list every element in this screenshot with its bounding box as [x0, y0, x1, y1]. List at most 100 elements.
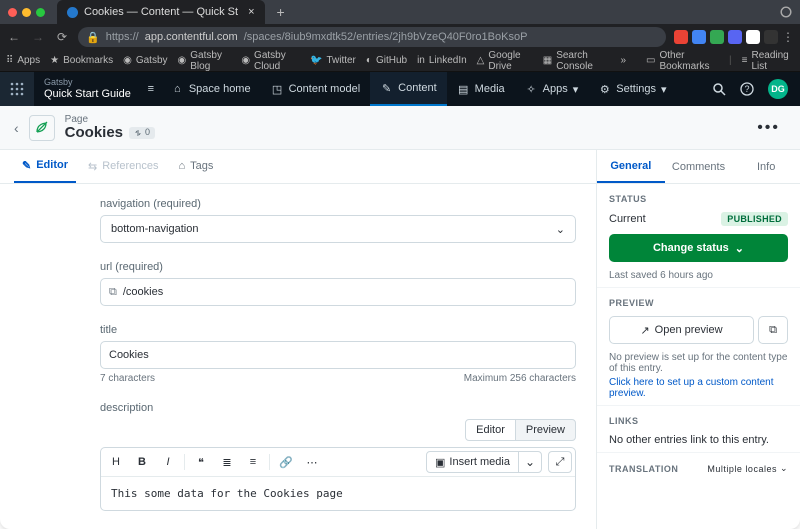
lock-icon: 🔒 — [86, 31, 100, 44]
bookmark-item[interactable]: ◉ Gatsby Blog — [178, 50, 232, 72]
home-icon: ⌂ — [171, 83, 184, 96]
nav-space-home[interactable]: ⌂Space home — [161, 72, 261, 106]
insert-media-button[interactable]: ▣Insert media ⌄ — [426, 451, 542, 473]
help-icon[interactable]: ? — [740, 82, 754, 96]
tab-references[interactable]: ⇆References — [80, 150, 166, 183]
entry-title: Cookies — [65, 125, 123, 142]
bookmark-item[interactable]: ◉ Gatsby — [123, 55, 167, 66]
title-input[interactable]: Cookies — [100, 341, 576, 369]
bookmarks-bar[interactable]: ⠿ Apps ★ Bookmarks ◉ Gatsby ◉ Gatsby Blo… — [0, 50, 800, 72]
space-switcher[interactable]: Gatsby Quick Start Guide — [34, 78, 141, 100]
last-saved: Last saved 6 hours ago — [609, 270, 788, 281]
browser-tab[interactable]: Cookies — Content — Quick St × — [57, 0, 265, 24]
bookmark-item[interactable]: 🐦 Twitter — [310, 55, 356, 66]
change-status-button[interactable]: Change status⌄ — [609, 234, 788, 262]
sidebar-tab-info[interactable]: Info — [732, 150, 800, 183]
close-tab-icon[interactable]: × — [248, 6, 254, 18]
status-heading: STATUS — [609, 194, 788, 204]
rte-ul-button[interactable]: ≣ — [215, 451, 239, 473]
bookmark-item[interactable]: ★ Bookmarks — [50, 55, 113, 66]
copy-preview-button[interactable]: ⧉ — [758, 316, 788, 344]
rte-heading-button[interactable]: H — [104, 451, 128, 473]
browser-tab-title: Cookies — Content — Quick St — [84, 6, 238, 18]
rte-link-button[interactable]: 🔗 — [274, 451, 298, 473]
nav-settings[interactable]: ⚙Settings ▾ — [588, 72, 676, 106]
chevron-down-icon: ⌄ — [780, 463, 788, 474]
sidebar-tab-comments[interactable]: Comments — [665, 150, 733, 183]
nav-content[interactable]: ✎Content — [370, 72, 447, 106]
rte-expand-button[interactable]: ⤢ — [548, 451, 572, 473]
profile-icon[interactable] — [780, 6, 792, 18]
model-icon: ◳ — [271, 83, 284, 96]
more-actions-icon[interactable]: ••• — [757, 119, 786, 137]
rte-content[interactable]: This some data for the Cookies page — [101, 477, 575, 510]
rte-mode-preview[interactable]: Preview — [515, 419, 576, 441]
tag-icon: ⌂ — [178, 160, 185, 172]
chevron-down-icon: ▾ — [573, 83, 579, 96]
no-preview-msg: No preview is set up for the content typ… — [609, 352, 788, 374]
media-icon: ▤ — [457, 83, 470, 96]
entry-header: ‹ Page Cookies 0 ••• — [0, 106, 800, 150]
nav-back-icon[interactable]: ← — [6, 29, 22, 45]
sidebar-tab-general[interactable]: General — [597, 150, 665, 183]
edit-icon: ✎ — [22, 159, 31, 172]
tab-editor[interactable]: ✎Editor — [14, 150, 76, 183]
nav-fwd-icon: → — [30, 29, 46, 45]
entry-sidebar: General Comments Info STATUS Current PUB… — [597, 150, 800, 529]
address-bar[interactable]: 🔒 https://app.contentful.com/spaces/8iub… — [78, 27, 666, 47]
status-badge: PUBLISHED — [721, 212, 788, 226]
chevron-down-icon: ⌄ — [735, 242, 744, 255]
nav-content-model[interactable]: ◳Content model — [261, 72, 371, 106]
setup-preview-link[interactable]: Click here to set up a custom content pr… — [609, 377, 788, 399]
new-tab-icon[interactable]: + — [277, 4, 285, 20]
links-chip[interactable]: 0 — [129, 127, 155, 139]
rte-quote-button[interactable]: ❝ — [189, 451, 213, 473]
other-bookmarks[interactable]: ▭ Other Bookmarks — [646, 50, 719, 72]
rte-bold-button[interactable]: B — [130, 451, 154, 473]
translation-heading: TRANSLATION Multiple locales ⌄ — [609, 463, 788, 474]
apps-icon: ✧ — [525, 83, 538, 96]
app-topnav: Gatsby Quick Start Guide ≡ ⌂Space home ◳… — [0, 72, 800, 106]
extensions-tray[interactable]: ⋮ — [674, 30, 794, 44]
external-link-icon: ↗ — [640, 324, 649, 337]
link-icon: ⧉ — [109, 286, 117, 299]
content-type-icon — [29, 115, 55, 141]
bookmark-item[interactable]: ◐ GitHub — [366, 55, 407, 66]
field-label-navigation: navigation (required) — [100, 198, 576, 210]
rte-ol-button[interactable]: ≡ — [241, 451, 265, 473]
nav-apps[interactable]: ✧Apps ▾ — [515, 72, 589, 106]
tab-tags[interactable]: ⌂Tags — [170, 150, 221, 183]
url-input[interactable]: ⧉ /cookies — [100, 278, 576, 306]
nav-reload-icon[interactable]: ⟳ — [54, 29, 70, 45]
environment-menu-icon[interactable]: ≡ — [141, 83, 161, 95]
entry-tabs: ✎Editor ⇆References ⌂Tags — [0, 150, 596, 184]
bookmark-item[interactable]: ▦ Search Console — [543, 50, 611, 72]
nav-media[interactable]: ▤Media — [447, 72, 515, 106]
references-icon: ⇆ — [88, 160, 97, 173]
links-heading: LINKS — [609, 416, 788, 426]
char-count: 7 characters — [100, 373, 155, 384]
apps-shortcut[interactable]: ⠿ Apps — [6, 55, 40, 66]
svg-text:?: ? — [744, 84, 749, 94]
search-icon[interactable] — [712, 82, 726, 96]
open-preview-button[interactable]: ↗Open preview — [609, 316, 754, 344]
browser-chrome: Cookies — Content — Quick St × + ← → ⟳ 🔒… — [0, 0, 800, 72]
translation-select[interactable]: Multiple locales ⌄ — [707, 463, 788, 474]
avatar[interactable]: DG — [768, 79, 788, 99]
rte-mode-editor[interactable]: Editor — [465, 419, 516, 441]
rte-more-button[interactable]: ⋯ — [300, 451, 324, 473]
bookmark-item[interactable]: in LinkedIn — [417, 55, 467, 66]
rte-italic-button[interactable]: I — [156, 451, 180, 473]
navigation-select[interactable]: bottom-navigation ⌄ — [100, 215, 576, 243]
chevron-down-icon: ⌄ — [556, 223, 565, 236]
window-controls[interactable] — [8, 8, 45, 17]
bookmark-item[interactable]: ◉ Gatsby Cloud — [241, 50, 300, 72]
reading-list[interactable]: ≡ Reading List — [742, 50, 794, 72]
rich-text-editor: H B I ❝ ≣ ≡ 🔗 ⋯ ▣Insert media ⌄ — [100, 447, 576, 511]
back-icon[interactable]: ‹ — [14, 120, 19, 136]
app-launcher-icon[interactable] — [0, 72, 34, 106]
copy-icon: ⧉ — [769, 324, 777, 337]
edit-icon: ✎ — [380, 82, 393, 95]
gear-icon: ⚙ — [598, 83, 611, 96]
bookmark-item[interactable]: △ Google Drive — [477, 50, 533, 72]
